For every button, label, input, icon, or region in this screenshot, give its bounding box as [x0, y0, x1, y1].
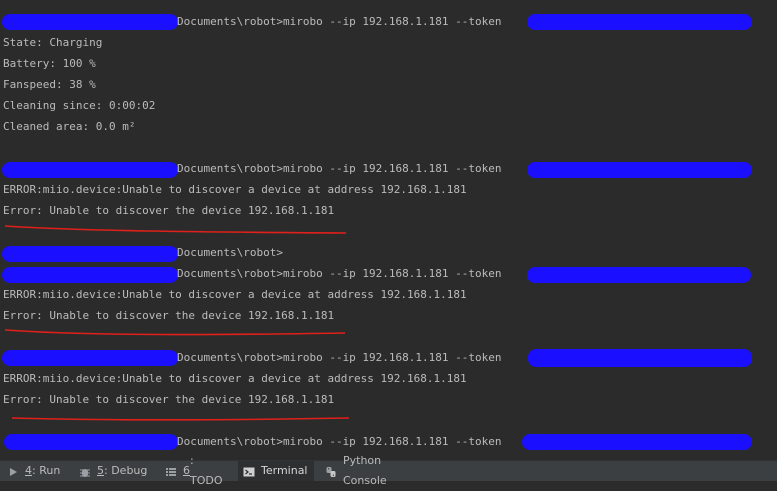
terminal-output[interactable]: Documents\robot>mirobo --ip 192.168.1.18…: [0, 0, 777, 460]
terminal-error-line: Error: Unable to discover the device 192…: [3, 309, 335, 322]
annotation-underline: [4, 329, 346, 336]
redaction-mark: [2, 267, 178, 283]
terminal-error-line: Error: Unable to discover the device 192…: [3, 204, 335, 217]
redaction-mark: [2, 246, 178, 262]
terminal-command-line: Documents\robot>mirobo --ip 192.168.1.18…: [177, 351, 502, 364]
terminal-output-line: State: Charging: [3, 36, 103, 49]
terminal-command-line: Documents\robot>mirobo --ip 192.168.1.18…: [177, 267, 502, 280]
terminal-tab-label: Terminal: [261, 464, 308, 477]
terminal-prompt-line: Documents\robot>: [177, 246, 283, 259]
terminal-error-line: ERROR:miio.device:Unable to discover a d…: [3, 288, 467, 301]
terminal-icon: [243, 465, 255, 477]
todo-tab-key: 6: [183, 464, 190, 477]
terminal-output-line: Battery: 100 %: [3, 57, 96, 70]
run-tab[interactable]: 4: Run: [2, 461, 68, 481]
run-tab-label: : Run: [32, 464, 61, 477]
annotation-underline: [4, 225, 347, 234]
debug-tab-label: : Debug: [104, 464, 148, 477]
terminal-command-line: Documents\robot>mirobo --ip 192.168.1.18…: [177, 435, 502, 448]
redaction-mark: [527, 162, 752, 178]
redaction-mark: [528, 349, 752, 367]
terminal-error-line: ERROR:miio.device:Unable to discover a d…: [3, 183, 467, 196]
terminal-tab[interactable]: Terminal: [238, 461, 314, 481]
todo-tab[interactable]: 6: TODO: [160, 454, 232, 487]
terminal-command-line: Documents\robot>mirobo --ip 192.168.1.18…: [177, 15, 502, 28]
todo-icon: [165, 465, 177, 477]
debug-tab-key: 5: [97, 464, 104, 477]
redaction-mark: [4, 434, 178, 450]
python-console-tab[interactable]: Python Console: [320, 454, 430, 487]
todo-tab-label: : TODO: [190, 454, 223, 487]
python-console-icon: [325, 465, 337, 477]
redaction-mark: [2, 14, 178, 30]
run-icon: [7, 465, 19, 477]
terminal-output-line: Cleaned area: 0.0 m²: [3, 120, 136, 133]
tool-window-bar: 4: Run 5: Debug 6: TODO Terminal Python …: [0, 454, 777, 487]
redaction-mark: [527, 14, 752, 30]
terminal-output-line: Cleaning since: 0:00:02: [3, 99, 156, 112]
annotation-underline: [11, 417, 350, 421]
terminal-output-line: Fanspeed: 38 %: [3, 78, 96, 91]
terminal-error-line: Error: Unable to discover the device 192…: [3, 393, 335, 406]
debug-tab[interactable]: 5: Debug: [74, 461, 154, 481]
redaction-mark: [527, 267, 751, 283]
redaction-mark: [2, 162, 178, 178]
redaction-mark: [2, 350, 178, 366]
python-console-tab-label: Python Console: [343, 454, 387, 487]
redaction-mark: [522, 434, 752, 450]
debug-icon: [79, 465, 91, 477]
run-tab-key: 4: [25, 464, 32, 477]
terminal-error-line: ERROR:miio.device:Unable to discover a d…: [3, 372, 467, 385]
terminal-command-line: Documents\robot>mirobo --ip 192.168.1.18…: [177, 162, 502, 175]
